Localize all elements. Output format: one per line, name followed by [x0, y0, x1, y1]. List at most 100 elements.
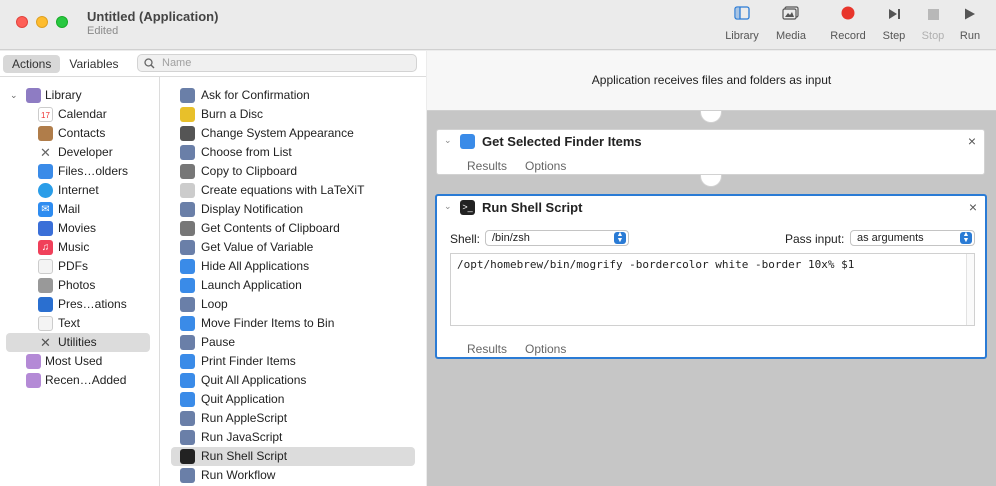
library-item-text[interactable]: Text [0, 314, 160, 333]
library-item-files-folders[interactable]: Files…olders [0, 162, 160, 181]
action-list-item-label: Run AppleScript [201, 411, 288, 425]
action-icon [180, 164, 195, 179]
run-button[interactable]: Run [956, 6, 984, 46]
step-button[interactable]: Step [878, 6, 910, 46]
close-icon[interactable]: × [969, 199, 977, 215]
library-item-movies[interactable]: Movies [0, 219, 160, 238]
action-icon [180, 468, 195, 483]
action-list-item[interactable]: Display Notification [160, 200, 426, 219]
close-icon[interactable]: × [968, 133, 976, 149]
options-tab[interactable]: Options [525, 342, 566, 356]
action-icon [180, 126, 195, 141]
action-list-item-label: Copy to Clipboard [201, 164, 298, 178]
library-item-presentations[interactable]: Pres…ations [0, 295, 160, 314]
action-list-item-label: Run Shell Script [201, 449, 288, 463]
action-list-item[interactable]: Get Value of Variable [160, 238, 426, 257]
library-item-label: Photos [58, 278, 96, 292]
action-icon [180, 107, 195, 122]
action-icon [180, 221, 195, 236]
action-list-item[interactable]: Loop [160, 295, 426, 314]
script-text: /opt/homebrew/bin/mogrify -bordercolor w… [457, 258, 855, 271]
pdf-icon [38, 259, 53, 274]
zoom-window-button[interactable] [56, 16, 68, 28]
stop-button[interactable]: Stop [918, 6, 948, 46]
action-list-item[interactable]: Quit All Applications [160, 371, 426, 390]
shell-label: Shell: [450, 232, 481, 246]
library-item-photos[interactable]: Photos [0, 276, 160, 295]
action-list-item[interactable]: Copy to Clipboard [160, 162, 426, 181]
step-icon [878, 6, 910, 28]
library-icon [722, 6, 762, 28]
action-list-item-label: Change System Appearance [201, 126, 354, 140]
action-title: Run Shell Script [482, 200, 583, 215]
action-list-item[interactable]: Pause [160, 333, 426, 352]
results-tab[interactable]: Results [467, 159, 507, 173]
chevron-up-down-icon: ▲ ▼ [960, 231, 972, 244]
action-list-item[interactable]: Run Shell Script [160, 447, 426, 466]
minimize-window-button[interactable] [36, 16, 48, 28]
library-item-mail[interactable]: ✉ Mail [0, 200, 160, 219]
action-icon [180, 88, 195, 103]
action-icon [180, 259, 195, 274]
contacts-icon [38, 126, 53, 141]
action-list-item[interactable]: Burn a Disc [160, 105, 426, 124]
disclosure-chevron-icon[interactable]: ⌄ [444, 135, 452, 146]
library-item-label: Text [58, 316, 81, 330]
action-icon [180, 430, 195, 445]
action-list-item-label: Hide All Applications [201, 259, 310, 273]
tools-icon: ✕ [40, 145, 51, 160]
action-list-item[interactable]: Ask for Confirmation [160, 86, 426, 105]
library-icon [26, 88, 41, 103]
script-editor[interactable]: /opt/homebrew/bin/mogrify -bordercolor w… [450, 253, 975, 326]
library-root[interactable]: ⌄ Library [0, 86, 160, 105]
run-icon [956, 6, 984, 28]
library-item-music[interactable]: ♫ Music [0, 238, 160, 257]
record-button[interactable]: Record [826, 6, 870, 46]
action-list-item-label: Display Notification [201, 202, 304, 216]
library-item-label: Music [58, 240, 90, 254]
action-list-item[interactable]: Launch Application [160, 276, 426, 295]
shell-select[interactable]: /bin/zsh ▲ ▼ [485, 230, 629, 246]
options-tab[interactable]: Options [525, 159, 566, 173]
library-item-calendar[interactable]: 17 Calendar [0, 105, 160, 124]
action-list-item[interactable]: Run Workflow [160, 466, 426, 485]
run-label: Run [959, 30, 981, 42]
search-icon [144, 55, 155, 72]
library-item-pdfs[interactable]: PDFs [0, 257, 160, 276]
action-list-item[interactable]: Get Contents of Clipboard [160, 219, 426, 238]
pass-input-select[interactable]: as arguments ▲ ▼ [850, 230, 975, 246]
library-item-developer[interactable]: ✕ Developer [0, 143, 160, 162]
action-list-item[interactable]: Run JavaScript [160, 428, 426, 447]
library-item-utilities[interactable]: ✕ Utilities [0, 333, 160, 352]
action-icon [180, 297, 195, 312]
action-list-item[interactable]: Run AppleScript [160, 409, 426, 428]
actions-list: Ask for Confirmation Burn a Disc Change Sy… [160, 77, 426, 486]
action-list-item[interactable]: Quit Application [160, 390, 426, 409]
search-input[interactable] [162, 56, 412, 70]
results-tab[interactable]: Results [467, 342, 507, 356]
library-item-internet[interactable]: Internet [0, 181, 160, 200]
action-list-item[interactable]: Change System Appearance [160, 124, 426, 143]
action-list-item[interactable]: Choose from List [160, 143, 426, 162]
disclosure-chevron-icon[interactable]: ⌄ [444, 201, 452, 212]
media-button[interactable]: Media [772, 6, 810, 46]
library-item-contacts[interactable]: Contacts [0, 124, 160, 143]
action-run-shell-script[interactable]: ⌄ >_ Run Shell Script × Shell: /bin/zsh … [435, 194, 987, 359]
action-list-item[interactable]: Move Finder Items to Bin [160, 314, 426, 333]
tab-variables[interactable]: Variables [60, 55, 127, 73]
movies-icon [38, 221, 53, 236]
scrollbar[interactable] [966, 254, 974, 325]
action-list-item[interactable]: Create equations with LaTeXiT [160, 181, 426, 200]
close-window-button[interactable] [16, 16, 28, 28]
library-recently-added[interactable]: Recen…Added [0, 371, 160, 390]
action-list-item[interactable]: Hide All Applications [160, 257, 426, 276]
action-list-item[interactable]: Print Finder Items [160, 352, 426, 371]
library-item-label: Contacts [58, 126, 106, 140]
tab-actions[interactable]: Actions [3, 55, 61, 73]
smart-folder-icon [26, 354, 41, 369]
action-icon [180, 354, 195, 369]
action-get-selected-finder-items[interactable]: ⌄ Get Selected Finder Items × Results Op… [436, 129, 985, 175]
library-most-used[interactable]: Most Used [0, 352, 160, 371]
library-button[interactable]: Library [722, 6, 762, 46]
window-title: Untitled (Application) [87, 9, 219, 24]
